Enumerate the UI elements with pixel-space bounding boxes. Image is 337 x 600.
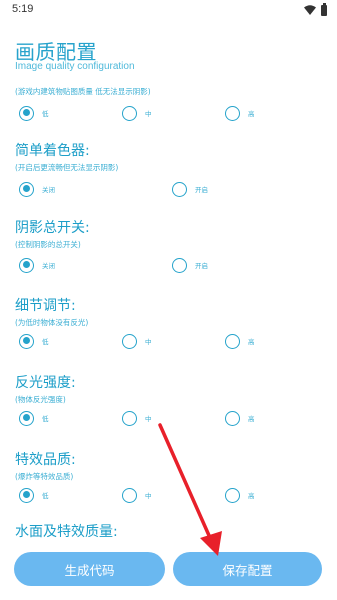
option-label: 中: [145, 338, 152, 346]
option-medium[interactable]: 中: [122, 485, 152, 505]
option-on[interactable]: 开启: [172, 255, 208, 275]
option-label: 低: [42, 415, 49, 423]
radio-icon[interactable]: [225, 410, 240, 426]
option-label: 关闭: [42, 186, 55, 194]
option-label: 开启: [195, 262, 208, 270]
option-low[interactable]: 低: [19, 485, 49, 505]
save-config-button[interactable]: 保存配置: [173, 552, 322, 586]
status-icons: [304, 2, 327, 16]
option-label: 关闭: [42, 262, 55, 270]
option-label: 高: [248, 338, 255, 346]
setting-desc: (游戏内建筑物贴图质量 低无法显示阴影): [15, 87, 151, 96]
status-bar: 5:19: [0, 0, 337, 22]
option-label: 高: [248, 415, 255, 423]
option-label: 低: [42, 492, 49, 500]
option-medium[interactable]: 中: [122, 331, 152, 351]
setting-title: 简单着色器:: [15, 143, 90, 159]
option-label: 中: [145, 110, 152, 118]
radio-icon[interactable]: [122, 333, 137, 349]
option-low[interactable]: 低: [19, 331, 49, 351]
option-high[interactable]: 高: [225, 408, 255, 428]
radio-icon[interactable]: [225, 105, 240, 121]
setting-title: 特效品质:: [15, 452, 76, 468]
setting-title: 反光强度:: [15, 375, 76, 391]
setting-title: 细节调节:: [15, 298, 76, 314]
setting-desc: (为低时物体没有反光): [15, 318, 89, 327]
radio-icon[interactable]: [225, 487, 240, 503]
option-high[interactable]: 高: [225, 103, 255, 123]
radio-checked-icon[interactable]: [19, 410, 34, 426]
option-high[interactable]: 高: [225, 485, 255, 505]
radio-icon[interactable]: [122, 105, 137, 121]
option-off[interactable]: 关闭: [19, 179, 55, 199]
option-label: 低: [42, 338, 49, 346]
radio-checked-icon[interactable]: [19, 181, 34, 197]
setting-desc: (开启后更流畅但无法显示阴影): [15, 163, 119, 172]
wifi-icon: [304, 5, 316, 15]
radio-icon[interactable]: [122, 410, 137, 426]
radio-checked-icon[interactable]: [19, 333, 34, 349]
setting-desc: (爆炸等特效品质): [15, 472, 74, 481]
setting-desc: (控制阴影的总开关): [15, 240, 81, 249]
option-medium[interactable]: 中: [122, 408, 152, 428]
radio-icon[interactable]: [172, 257, 187, 273]
option-low[interactable]: 低: [19, 103, 49, 123]
radio-checked-icon[interactable]: [19, 487, 34, 503]
status-time: 5:19: [12, 3, 34, 15]
option-high[interactable]: 高: [225, 331, 255, 351]
option-label: 高: [248, 492, 255, 500]
option-label: 开启: [195, 186, 208, 194]
battery-icon: [321, 2, 327, 16]
option-medium[interactable]: 中: [122, 103, 152, 123]
setting-title: 阴影总开关:: [15, 220, 90, 236]
option-label: 中: [145, 492, 152, 500]
settings-list[interactable]: (游戏内建筑物贴图质量 低无法显示阴影) 低 中 高 简单着色器: (开启后更流…: [0, 80, 337, 550]
option-label: 中: [145, 415, 152, 423]
radio-checked-icon[interactable]: [19, 257, 34, 273]
option-label: 低: [42, 110, 49, 118]
radio-icon[interactable]: [172, 181, 187, 197]
option-low[interactable]: 低: [19, 408, 49, 428]
option-on[interactable]: 开启: [172, 179, 208, 199]
setting-title: 水面及特效质量:: [15, 524, 118, 540]
option-label: 高: [248, 110, 255, 118]
option-off[interactable]: 关闭: [19, 255, 55, 275]
page-subtitle: Image quality configuration: [15, 61, 135, 72]
radio-icon[interactable]: [225, 333, 240, 349]
bottom-action-bar: 生成代码 保存配置: [0, 550, 337, 600]
radio-checked-icon[interactable]: [19, 105, 34, 121]
setting-desc: (物体反光强度): [15, 395, 66, 404]
radio-icon[interactable]: [122, 487, 137, 503]
generate-code-button[interactable]: 生成代码: [14, 552, 165, 586]
